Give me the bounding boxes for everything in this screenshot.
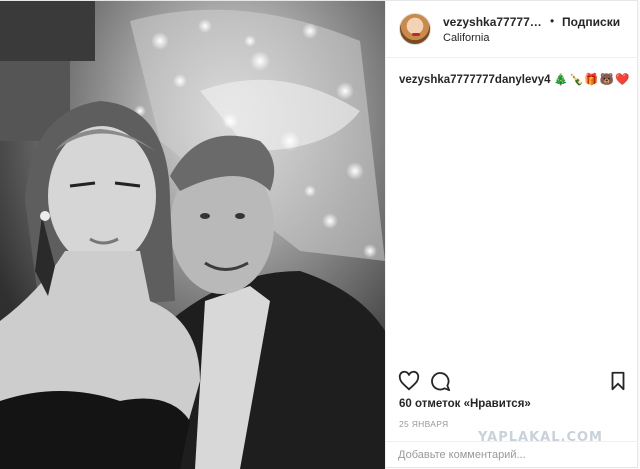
heart-icon[interactable] bbox=[398, 370, 420, 392]
location-link[interactable]: California bbox=[443, 32, 489, 44]
post-details-panel: vezyshka7777777danylevy4 • Подписки Cali… bbox=[385, 1, 638, 469]
post-caption: vezyshka7777777danylevy4 🎄🍾🎁🐻❤️ bbox=[399, 72, 629, 86]
watermark: YAPLAKAL.COM bbox=[478, 430, 603, 445]
action-bar bbox=[398, 370, 628, 392]
post-photo[interactable] bbox=[0, 1, 385, 469]
separator-dot: • bbox=[550, 14, 555, 28]
post-date[interactable]: 25 ЯНВАРЯ bbox=[399, 419, 448, 429]
likes-count[interactable]: 60 отметок «Нравится» bbox=[399, 398, 531, 410]
comment-bar bbox=[386, 441, 638, 469]
avatar-lips-detail bbox=[412, 33, 420, 36]
following-button[interactable]: Подписки bbox=[562, 15, 620, 29]
bookmark-icon[interactable] bbox=[607, 370, 629, 392]
comment-icon[interactable] bbox=[429, 370, 451, 392]
photo-illustration bbox=[0, 1, 385, 469]
caption-username-link[interactable]: vezyshka7777777danylevy4 bbox=[399, 74, 551, 86]
comment-input[interactable] bbox=[398, 447, 558, 463]
post-header: vezyshka7777777danylevy4 • Подписки Cali… bbox=[386, 1, 638, 58]
username-link[interactable]: vezyshka7777777danylevy4 bbox=[443, 15, 548, 29]
post-card: vezyshka7777777danylevy4 • Подписки Cali… bbox=[0, 0, 638, 469]
avatar[interactable] bbox=[399, 13, 431, 45]
caption-emojis: 🎄🍾🎁🐻❤️ bbox=[553, 74, 631, 86]
